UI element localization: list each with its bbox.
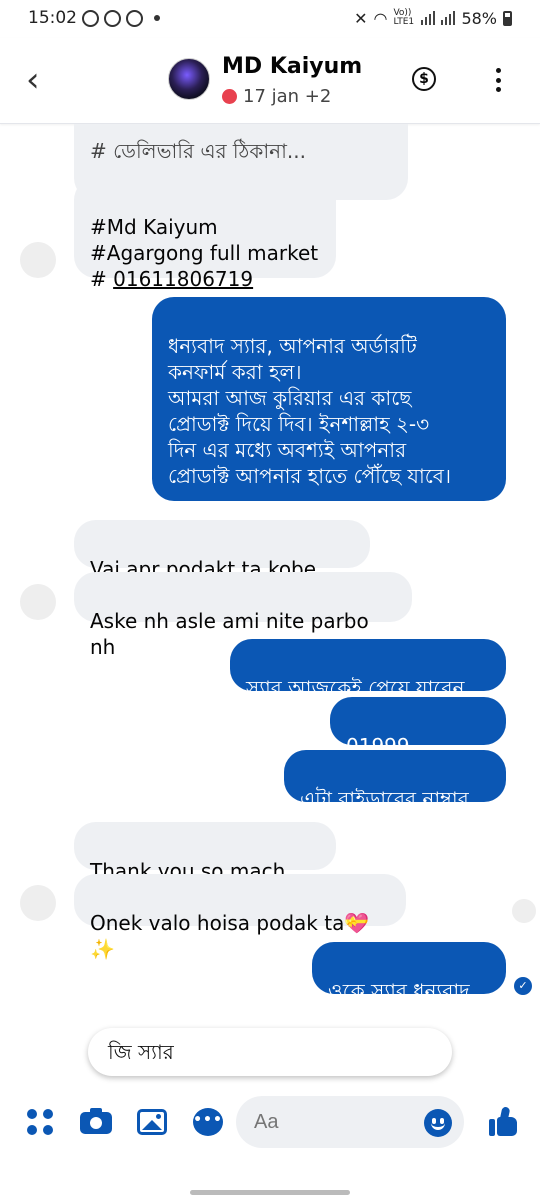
phone-link[interactable]: 01611806719 xyxy=(113,267,253,291)
contact-meta: 17 jan +2 xyxy=(222,86,331,107)
message-text: এটা রাইডারের নাম্বার xyxy=(300,787,469,811)
more-icon[interactable] xyxy=(488,64,508,96)
contact-meta-text: 17 jan +2 xyxy=(243,86,332,107)
avatar xyxy=(20,584,56,620)
message-bubble[interactable]: #Md Kaiyum #Agargong full market # 01611… xyxy=(74,178,336,291)
status-time: 15:02 xyxy=(28,8,77,28)
avatar xyxy=(512,899,536,923)
camera-icon[interactable] xyxy=(80,1106,112,1138)
more-notifications-icon xyxy=(154,15,160,21)
contact-name[interactable]: MD Kaiyum xyxy=(222,54,362,79)
gallery-icon[interactable] xyxy=(136,1106,168,1138)
live-indicator-icon xyxy=(222,89,237,104)
mute-icon: ✕ xyxy=(354,8,368,28)
chat-icon-glyph: ••• xyxy=(193,1108,223,1136)
apps-icon[interactable] xyxy=(24,1106,56,1138)
message-bubble[interactable]: এটা রাইডারের নাম্বার xyxy=(284,750,506,811)
message-bubble[interactable]: 01999-725905 xyxy=(330,697,506,784)
message-text: # ডেলিভারি এর ঠিকানা... xyxy=(90,139,306,163)
emoji-icon[interactable] xyxy=(424,1109,452,1137)
message-bubble[interactable]: ধন্যবাদ স্যার, আপনার অর্ডারটি কনফার্ম কর… xyxy=(152,297,506,501)
messenger-icon xyxy=(104,9,121,27)
contact-avatar[interactable] xyxy=(168,58,210,100)
back-button[interactable]: ‹ xyxy=(26,62,56,98)
signal-icon xyxy=(441,11,456,25)
avatar xyxy=(20,885,56,921)
message-text: ধন্যবাদ স্যার, আপনার অর্ডারটি কনফার্ম কর… xyxy=(168,334,452,488)
message-bubble[interactable]: Thank you so mach vai xyxy=(74,822,336,909)
signal-icon xyxy=(421,11,436,25)
home-indicator xyxy=(190,1190,350,1195)
message-bubble[interactable]: Vai apr podakt ta kobe ase xyxy=(74,520,370,607)
chat-icon[interactable]: ••• xyxy=(192,1106,224,1138)
status-left: 15:02 xyxy=(28,8,160,28)
message-bubble[interactable]: Aske nh asle ami nite parbo nh xyxy=(74,572,412,659)
composer-bar: ••• xyxy=(0,1092,540,1156)
status-right: ✕ ◠ Vo)) LTE1 58% xyxy=(354,9,512,28)
notification-icon xyxy=(82,9,99,27)
status-bar: 15:02 ✕ ◠ Vo)) LTE1 58% xyxy=(0,0,540,36)
battery-icon xyxy=(503,10,512,26)
notification-icon xyxy=(126,9,143,27)
message-bubble[interactable]: Onek valo hoisa podak ta💝✨ xyxy=(74,874,406,961)
quick-reply-chip[interactable]: জি স্যার xyxy=(88,1028,452,1076)
chat-header: ‹ MD Kaiyum 17 jan +2 $ xyxy=(0,38,540,124)
wifi-icon: ◠ xyxy=(373,8,388,28)
like-icon[interactable] xyxy=(488,1106,520,1138)
network-label: Vo)) LTE1 xyxy=(393,8,415,27)
message-text: ওকে স্যার ধন্যবাদ xyxy=(328,979,470,1003)
avatar xyxy=(20,242,56,278)
seen-icon: ✓ xyxy=(514,977,532,995)
message-bubble[interactable]: স্যার আজকেই পেয়ে যাবেন xyxy=(230,639,506,700)
message-bubble[interactable]: ওকে স্যার ধন্যবাদ xyxy=(312,942,506,1003)
dollar-icon[interactable]: $ xyxy=(412,67,436,91)
battery-percent: 58% xyxy=(461,8,497,28)
